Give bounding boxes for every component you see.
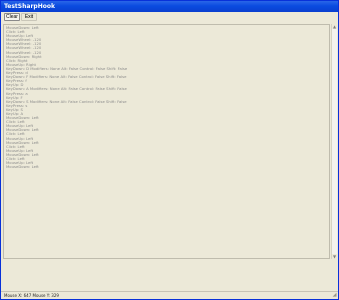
mouse-position-status: Mouse X: 647 Mouse Y: 329 bbox=[4, 293, 59, 298]
scroll-up-arrow-icon[interactable]: ▲ bbox=[332, 24, 337, 29]
window-title: TestSharpHook bbox=[1, 1, 338, 12]
vertical-scrollbar[interactable]: ▲ ▼ bbox=[331, 24, 337, 259]
exit-button[interactable]: Exit bbox=[21, 13, 37, 21]
log-line: MouseDown: Left bbox=[6, 165, 39, 170]
scroll-down-arrow-icon[interactable]: ▼ bbox=[332, 254, 337, 259]
event-log-textbox[interactable]: MouseDown: Left Click: Left MouseUp: Left M… bbox=[3, 24, 330, 259]
event-log-lines: MouseDown: Left Click: Left MouseUp: Left M… bbox=[6, 26, 327, 169]
resize-grip-icon[interactable]: ◢ bbox=[332, 293, 337, 298]
app-window: TestSharpHook Clear Exit MouseDown: Left… bbox=[0, 0, 339, 300]
toolbar: Clear Exit bbox=[1, 12, 338, 23]
clear-button[interactable]: Clear bbox=[4, 13, 20, 21]
status-bar: Mouse X: 647 Mouse Y: 329 ◢ bbox=[1, 291, 338, 299]
